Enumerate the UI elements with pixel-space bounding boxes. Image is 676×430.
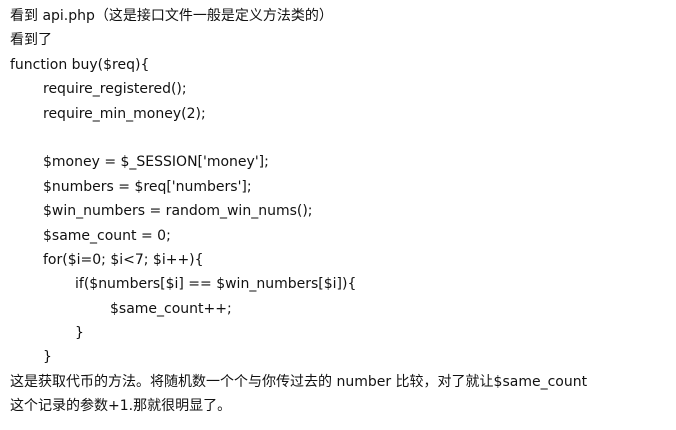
code-line: $win_numbers = random_win_nums(); xyxy=(43,203,313,220)
code-line: require_min_money(2); xyxy=(43,105,206,122)
code-line: if($numbers[$i] == $win_numbers[$i]){ xyxy=(75,276,357,293)
code-line: for($i=0; $i<7; $i++){ xyxy=(43,251,204,268)
code-line: } xyxy=(75,325,84,342)
explanation-line-1: 这是获取代币的方法。将随机数一个个与你传过去的 number 比较，对了就让$s… xyxy=(10,373,588,390)
code-line: $same_count++; xyxy=(110,300,232,317)
code-line: } xyxy=(43,349,52,366)
document-body: 看到 api.php（这是接口文件一般是定义方法类的） 看到了 function… xyxy=(10,4,670,419)
code-line: $same_count = 0; xyxy=(43,227,171,244)
explanation-line-2: 这个记录的参数+1.那就很明显了。 xyxy=(10,398,232,415)
seen-text: 看到了 xyxy=(10,32,52,49)
code-line: $numbers = $req['numbers']; xyxy=(43,178,252,195)
code-line: $money = $_SESSION['money']; xyxy=(43,154,269,171)
code-block: function buy($req){ require_registered()… xyxy=(10,53,670,370)
code-line: require_registered(); xyxy=(43,81,187,98)
code-line: function buy($req){ xyxy=(10,56,150,73)
intro-text: 看到 api.php（这是接口文件一般是定义方法类的） xyxy=(10,8,333,24)
